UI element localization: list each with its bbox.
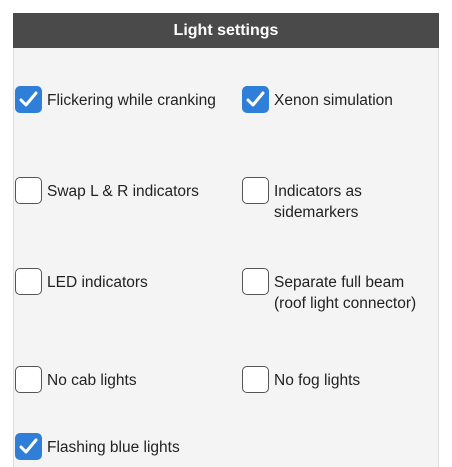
option-swap-indicators[interactable]: Swap L & R indicators <box>15 177 249 204</box>
xenon-checkbox[interactable] <box>242 86 269 113</box>
option-no-fog-lights[interactable]: No fog lights <box>242 366 436 393</box>
option-label: Swap L & R indicators <box>47 183 199 200</box>
option-label: Xenon simulation <box>274 92 393 109</box>
indicators-sidemarkers-checkbox[interactable] <box>242 177 269 204</box>
led-indicators-checkbox[interactable] <box>15 268 42 295</box>
swap-indicators-checkbox[interactable] <box>15 177 42 204</box>
option-separate-full-beam[interactable]: Separate full beam (roof light connector… <box>242 268 436 314</box>
settings-header: Light settings <box>13 13 439 48</box>
separate-full-beam-checkbox[interactable] <box>242 268 269 295</box>
checkmark-icon <box>246 91 265 107</box>
option-flashing-blue[interactable]: Flashing blue lights <box>15 433 279 460</box>
no-fog-lights-checkbox[interactable] <box>242 366 269 393</box>
option-flickering[interactable]: Flickering while cranking <box>15 86 234 113</box>
option-no-cab-lights[interactable]: No cab lights <box>15 366 234 393</box>
option-label: Indicators as sidemarkers <box>274 183 362 221</box>
option-indicators-sidemarkers[interactable]: Indicators as sidemarkers <box>242 177 426 223</box>
light-settings-panel: Flickering while cranking Xenon simulati… <box>13 48 439 467</box>
option-label: Flickering while cranking <box>47 92 216 109</box>
flickering-checkbox[interactable] <box>15 86 42 113</box>
header-title: Light settings <box>173 21 279 39</box>
option-label: No fog lights <box>274 372 361 389</box>
checkmark-icon <box>19 91 38 107</box>
checkmark-icon <box>19 438 38 454</box>
option-label: No cab lights <box>47 372 137 389</box>
option-xenon[interactable]: Xenon simulation <box>242 86 436 113</box>
no-cab-lights-checkbox[interactable] <box>15 366 42 393</box>
flashing-blue-checkbox[interactable] <box>15 433 42 460</box>
option-label: Separate full beam (roof light connector… <box>274 274 417 312</box>
option-label: Flashing blue lights <box>47 439 180 456</box>
option-led-indicators[interactable]: LED indicators <box>15 268 234 295</box>
option-label: LED indicators <box>47 274 148 291</box>
